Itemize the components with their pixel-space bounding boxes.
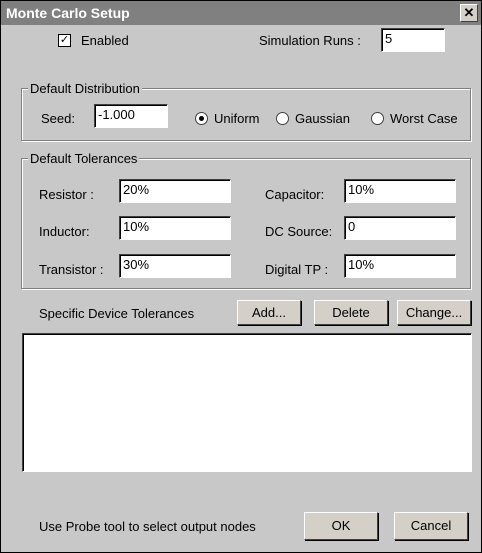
seed-label: Seed: — [41, 111, 75, 126]
uniform-label: Uniform — [214, 111, 260, 126]
seed-input[interactable]: -1.000 — [94, 104, 168, 128]
dc-source-input[interactable]: 0 — [344, 216, 456, 240]
cancel-button[interactable]: Cancel — [394, 512, 468, 540]
add-button[interactable]: Add... — [237, 300, 301, 325]
resistor-input[interactable]: 20% — [119, 179, 231, 203]
inductor-input[interactable]: 10% — [119, 216, 231, 240]
probe-hint: Use Probe tool to select output nodes — [39, 519, 256, 534]
gaussian-label: Gaussian — [295, 111, 350, 126]
digital-tp-input[interactable]: 10% — [344, 254, 456, 278]
gaussian-radio[interactable] — [276, 112, 289, 125]
monte-carlo-dialog: Monte Carlo Setup ✕ ✓ Enabled Simulation… — [0, 0, 482, 553]
enabled-label: Enabled — [81, 33, 129, 48]
worst-case-label: Worst Case — [390, 111, 458, 126]
close-icon[interactable]: ✕ — [460, 4, 478, 22]
resistor-label: Resistor : — [39, 187, 94, 202]
digital-tp-label: Digital TP : — [265, 262, 329, 277]
delete-button[interactable]: Delete — [314, 300, 388, 325]
uniform-radio[interactable] — [195, 112, 208, 125]
transistor-label: Transistor : — [39, 262, 104, 277]
worst-case-radio[interactable] — [371, 112, 384, 125]
inductor-label: Inductor: — [39, 224, 90, 239]
enabled-checkbox[interactable]: ✓ — [58, 34, 71, 47]
change-button[interactable]: Change... — [397, 300, 471, 325]
dc-source-label: DC Source: — [265, 224, 333, 239]
window-title: Monte Carlo Setup — [6, 5, 130, 21]
simulation-runs-label: Simulation Runs : — [259, 33, 361, 48]
transistor-input[interactable]: 30% — [119, 254, 231, 278]
specific-device-tolerances-label: Specific Device Tolerances — [39, 306, 195, 321]
simulation-runs-input[interactable]: 5 — [381, 28, 445, 52]
capacitor-input[interactable]: 10% — [344, 179, 456, 203]
device-tolerances-list[interactable] — [22, 333, 472, 472]
ok-button[interactable]: OK — [304, 512, 378, 540]
default-tolerances-legend: Default Tolerances — [28, 151, 140, 166]
default-distribution-legend: Default Distribution — [28, 81, 142, 96]
capacitor-label: Capacitor: — [265, 187, 325, 202]
title-bar[interactable]: Monte Carlo Setup ✕ — [1, 1, 481, 25]
